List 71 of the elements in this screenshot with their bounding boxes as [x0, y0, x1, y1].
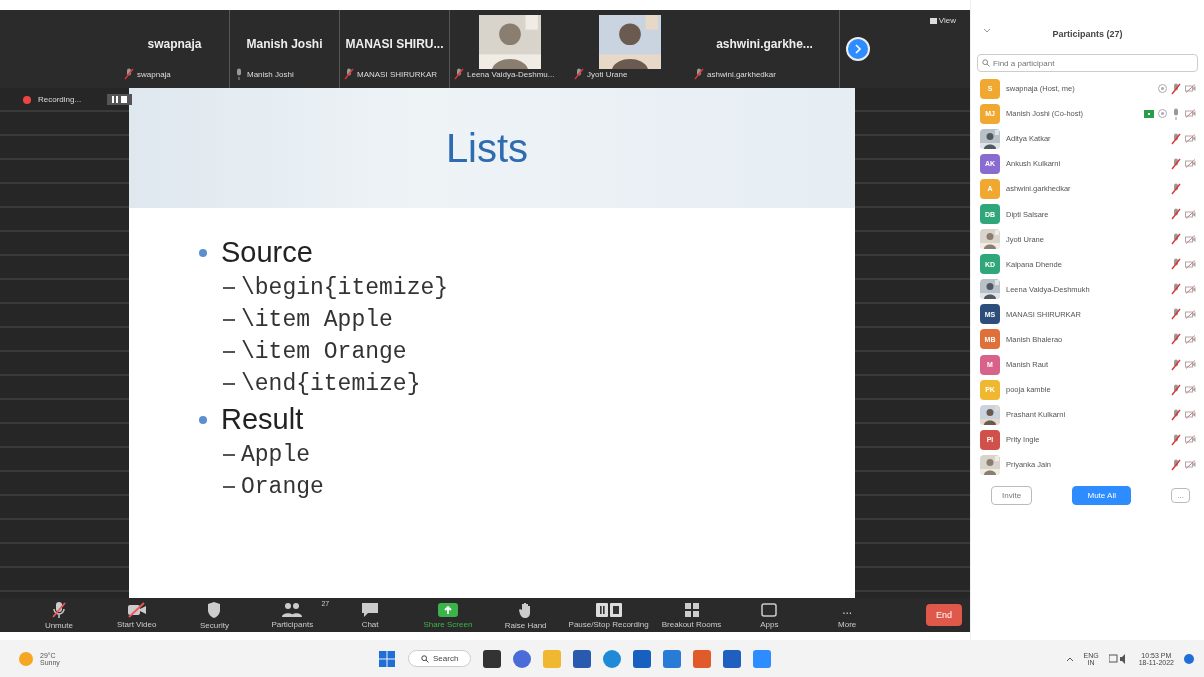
invite-button[interactable]: Invite [991, 485, 1033, 505]
participant-name: Manish Joshi [246, 37, 323, 51]
dash-icon [223, 319, 235, 321]
toolbar-button[interactable]: Share Screen [409, 601, 487, 629]
app-icon[interactable] [633, 649, 652, 668]
toolbar-button[interactable]: Security [175, 600, 254, 630]
next-page-button[interactable] [846, 37, 870, 61]
dash-icon [223, 454, 235, 456]
toolbar-button[interactable]: Breakout Rooms [652, 601, 731, 629]
recording-label: Recording... [38, 95, 82, 104]
search-icon [421, 654, 429, 663]
bullet-text: Source [221, 236, 313, 269]
grid-icon [683, 601, 700, 618]
bullet-icon [199, 248, 207, 257]
dash-icon [223, 486, 235, 488]
chevron-up-icon[interactable] [1065, 655, 1074, 662]
dash-icon [223, 287, 235, 289]
people-icon [281, 601, 304, 618]
dash-icon [223, 383, 235, 385]
bullet-text: Result [221, 403, 304, 436]
chevron-down-icon[interactable] [983, 28, 991, 34]
pause-stop-icon [594, 601, 623, 618]
chevron-icon [854, 44, 862, 54]
app-icon[interactable] [723, 649, 742, 668]
participant-name: MANASI SHIRU... [345, 37, 444, 51]
dash-icon [223, 351, 235, 353]
more-button[interactable]: ... [1171, 487, 1190, 503]
sub-bullet-text: \begin{itemize} [241, 275, 449, 301]
search-icon [982, 59, 990, 67]
toolbar-button[interactable]: Pause/Stop Recording [564, 601, 653, 629]
tile-label: Leena Vaidya-Deshmu... [467, 69, 555, 79]
muted-mic-icon [50, 600, 67, 619]
toolbar-button[interactable]: ... More [808, 601, 887, 629]
participant-name: swapnaja [147, 37, 202, 51]
app-icon[interactable] [753, 649, 772, 668]
tile-label: swapnaja [137, 69, 171, 79]
shield-icon [206, 600, 223, 619]
notification-icon[interactable] [1184, 653, 1194, 664]
recording-controls[interactable] [107, 94, 133, 105]
app-icon[interactable] [663, 649, 682, 668]
end-button[interactable]: End [926, 604, 963, 626]
sun-icon [18, 650, 34, 667]
tile-label: ashwini.garkhedkar [707, 69, 776, 79]
view-icon [929, 17, 937, 24]
more-icon: ... [842, 601, 853, 618]
sub-bullet-text: Apple [241, 442, 310, 468]
recording-icon [22, 94, 32, 105]
tile-label: MANASI SHIRURKAR [357, 69, 437, 79]
sub-bullet-text: \end{itemize} [241, 371, 421, 397]
app-icon[interactable] [693, 649, 712, 668]
sub-bullet-text: Orange [241, 474, 324, 500]
video-off-icon [126, 601, 147, 618]
start-icon[interactable] [378, 649, 396, 668]
sub-bullet-text: \item Orange [241, 339, 407, 365]
search-field[interactable]: Find a participant [977, 54, 1198, 72]
search-box[interactable]: Search [408, 650, 472, 667]
panel-title: Participants (27) [1052, 29, 1123, 39]
toolbar-button[interactable]: Raise Hand [486, 600, 565, 630]
tile-label: Jyoti Urane [587, 69, 628, 79]
share-screen-icon [436, 601, 459, 618]
toolbar-button[interactable]: Unmute [20, 600, 98, 630]
toolbar-button[interactable]: Chat [331, 601, 409, 629]
apps-icon [760, 601, 779, 618]
sub-bullet-text: \item Apple [241, 307, 393, 333]
toolbar-button[interactable]: Start Video [97, 601, 176, 629]
tile-label: Manish Joshi [247, 69, 294, 79]
toolbar-button[interactable]: Apps [730, 601, 809, 629]
slide-title: Lists [445, 125, 529, 171]
view-button[interactable]: View [929, 16, 956, 25]
bullet-icon [199, 415, 207, 424]
participant-name: ashwini.garkhe... [716, 37, 813, 51]
